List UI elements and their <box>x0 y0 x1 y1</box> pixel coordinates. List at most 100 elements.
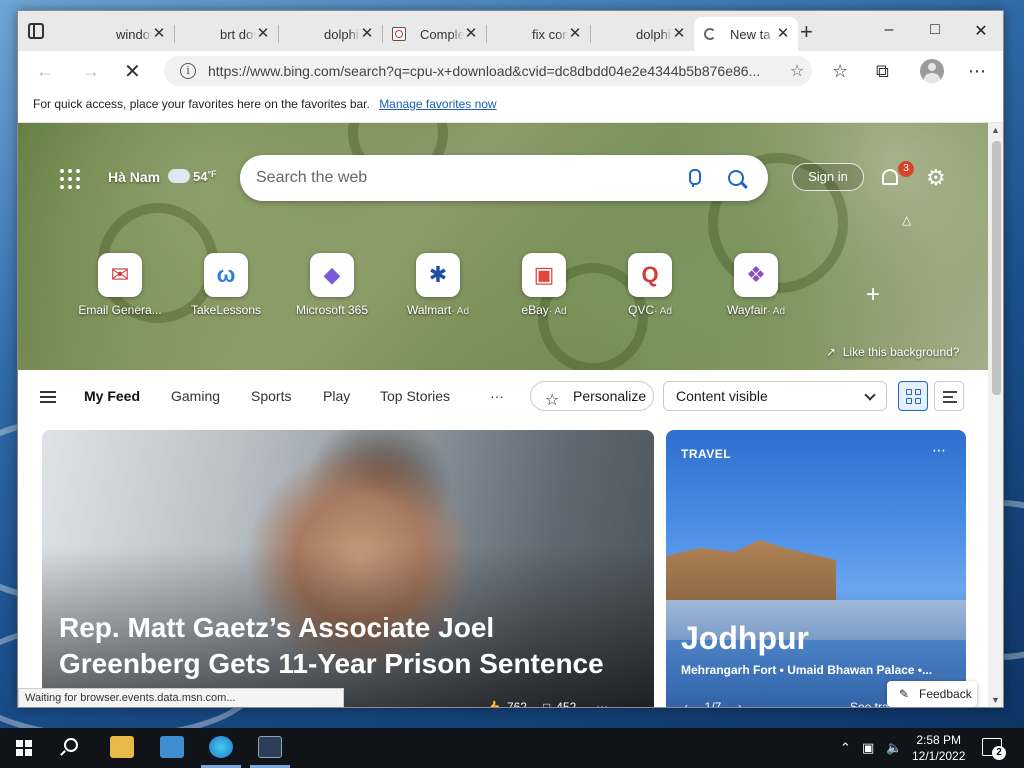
microphone-icon[interactable] <box>686 169 701 187</box>
browser-tab[interactable]: dolphin✕ <box>590 17 842 72</box>
add-quick-link-button[interactable]: + <box>866 281 880 309</box>
collections-icon[interactable]: ⧉ <box>876 61 889 82</box>
tab-my-feed[interactable]: My Feed <box>84 388 140 404</box>
taskbar-search-icon[interactable] <box>64 738 78 752</box>
collapse-chevron-icon[interactable]: △ <box>902 213 911 227</box>
close-tab-icon[interactable]: ✕ <box>464 26 478 41</box>
close-tab-icon[interactable]: ✕ <box>776 26 790 41</box>
list-layout-button[interactable] <box>934 381 964 411</box>
like-background-link[interactable]: ↗ Like this background? <box>826 345 959 359</box>
address-bar[interactable]: i https://www.bing.com/search?q=cpu-x+do… <box>164 56 812 86</box>
quick-link-label[interactable]: Walmart· Ad <box>407 303 469 317</box>
feedback-button[interactable]: ✎ Feedback <box>887 681 977 707</box>
comment-icon[interactable]: □ <box>543 700 550 707</box>
close-tab-icon[interactable]: ✕ <box>256 26 270 41</box>
tab-title[interactable]: dolphin <box>324 27 360 42</box>
quick-link-logo-icon[interactable]: ◆ <box>310 253 354 297</box>
forward-button[interactable]: → <box>82 61 100 82</box>
browser-tab[interactable]: window✕ <box>70 17 322 72</box>
tab-title[interactable]: dolphin <box>636 27 672 42</box>
travel-place[interactable]: Jodhpur <box>681 620 809 657</box>
add-favorite-icon[interactable]: ☆ <box>782 61 812 81</box>
menu-icon[interactable] <box>40 391 56 403</box>
close-tab-icon[interactable]: ✕ <box>672 26 686 41</box>
scroll-thumb[interactable] <box>992 141 1001 395</box>
quick-link-tile[interactable]: Q QVC· Ad <box>622 253 678 317</box>
notifications-bell-icon[interactable] <box>882 169 898 185</box>
back-button[interactable]: ← <box>36 61 54 82</box>
quick-link-label[interactable]: TakeLessons <box>191 303 261 317</box>
favorites-icon[interactable]: ☆ <box>832 61 848 82</box>
scroll-down-icon[interactable]: ▼ <box>991 695 1000 705</box>
volume-icon[interactable]: 🔈 <box>886 740 902 756</box>
news-headline[interactable]: Rep. Matt Gaetz’s Associate Joel Greenbe… <box>59 610 629 682</box>
prev-icon[interactable]: ‹ <box>684 700 688 707</box>
manage-favorites-link[interactable]: Manage favorites now <box>379 97 496 111</box>
browser-tab[interactable]: dolphin✕ <box>278 17 530 72</box>
weather-location[interactable]: Hà Nam <box>108 169 160 185</box>
gear-icon[interactable]: ⚙ <box>926 165 946 191</box>
quick-link-tile[interactable]: ✉ Email Genera... <box>78 253 162 317</box>
close-tab-icon[interactable]: ✕ <box>568 26 582 41</box>
tab-title[interactable]: brt dov <box>220 27 256 42</box>
quick-link-tile[interactable]: ✱ Walmart· Ad <box>407 253 469 317</box>
tab-gaming[interactable]: Gaming <box>171 388 220 404</box>
profile-avatar[interactable] <box>920 59 944 83</box>
search-placeholder[interactable]: Search the web <box>256 169 686 187</box>
minimize-button[interactable]: – <box>866 21 912 41</box>
tab-title[interactable]: New ta <box>730 27 776 42</box>
card-more-icon[interactable]: ⋯ <box>596 700 608 707</box>
next-icon[interactable]: › <box>738 700 742 707</box>
tab-title[interactable]: Comple <box>420 27 464 42</box>
tab-title[interactable]: window <box>116 27 152 42</box>
tab-play[interactable]: Play <box>323 388 350 404</box>
grid-layout-button[interactable] <box>898 381 928 411</box>
browser-tab[interactable]: Comple ✕ <box>382 17 486 51</box>
web-search-box[interactable]: Search the web <box>240 155 768 201</box>
close-window-button[interactable]: ✕ <box>958 21 1003 41</box>
quick-link-logo-icon[interactable]: ✉ <box>98 253 142 297</box>
site-info-icon[interactable]: i <box>180 63 196 79</box>
travel-card[interactable]: TRAVEL ⋯ Jodhpur Mehrangarh Fort • Umaid… <box>666 430 966 707</box>
tab-top-stories[interactable]: Top Stories <box>380 388 450 404</box>
browser-tab[interactable]: fix corr ✕ <box>486 17 738 72</box>
content-visibility-select[interactable]: Content visible <box>663 381 887 411</box>
url-text[interactable]: https://www.bing.com/search?q=cpu-x+down… <box>208 63 782 79</box>
apps-launcher-icon[interactable] <box>60 169 80 189</box>
quick-link-logo-icon[interactable]: ❖ <box>734 253 778 297</box>
weather-temperature[interactable]: 54°F <box>193 169 217 184</box>
quick-link-tile[interactable]: ▣ eBay· Ad <box>516 253 572 317</box>
settings-more-icon[interactable]: ⋯ <box>968 61 986 82</box>
travel-more-icon[interactable]: ⋯ <box>932 442 946 459</box>
scroll-up-icon[interactable]: ▲ <box>991 125 1000 135</box>
quick-link-tile[interactable]: ❖ Wayfair· Ad <box>727 253 785 317</box>
tab-actions-icon[interactable] <box>28 23 44 39</box>
browser-tab[interactable]: New ta ✕ <box>694 17 798 51</box>
new-tab-button[interactable]: + <box>800 21 813 43</box>
tab-sports[interactable]: Sports <box>251 388 291 404</box>
quick-link-label[interactable]: Email Genera... <box>78 303 161 317</box>
tray-chevron-icon[interactable]: ⌃ <box>840 740 851 756</box>
quick-link-logo-icon[interactable]: ▣ <box>522 253 566 297</box>
close-tab-icon[interactable]: ✕ <box>152 26 166 41</box>
stop-loading-button[interactable]: ✕ <box>124 59 141 84</box>
quick-link-logo-icon[interactable]: Q <box>628 253 672 297</box>
quick-link-label[interactable]: eBay· Ad <box>521 303 566 317</box>
start-button[interactable] <box>16 740 32 756</box>
search-icon[interactable] <box>728 170 744 186</box>
sign-in-button[interactable]: Sign in <box>792 163 864 191</box>
reaction-icon[interactable]: 👍 <box>486 700 501 707</box>
see-travel-link[interactable]: See tra <box>850 700 889 707</box>
personalize-button[interactable]: ☆ Personalize <box>530 381 654 411</box>
quick-link-label[interactable]: Microsoft 365 <box>296 303 368 317</box>
quick-link-logo-icon[interactable]: ω <box>204 253 248 297</box>
network-icon[interactable]: ▣ <box>862 740 874 756</box>
quick-link-tile[interactable]: ◆ Microsoft 365 <box>296 253 368 317</box>
quick-link-label[interactable]: Wayfair· Ad <box>727 303 785 317</box>
close-tab-icon[interactable]: ✕ <box>360 26 374 41</box>
photos-icon[interactable] <box>160 736 184 758</box>
more-tabs-icon[interactable]: ··· <box>490 388 504 404</box>
maximize-button[interactable]: □ <box>912 21 958 41</box>
cpu-x-app-icon[interactable] <box>258 736 282 758</box>
page-scrollbar[interactable]: ▲ ▼ <box>988 123 1003 707</box>
